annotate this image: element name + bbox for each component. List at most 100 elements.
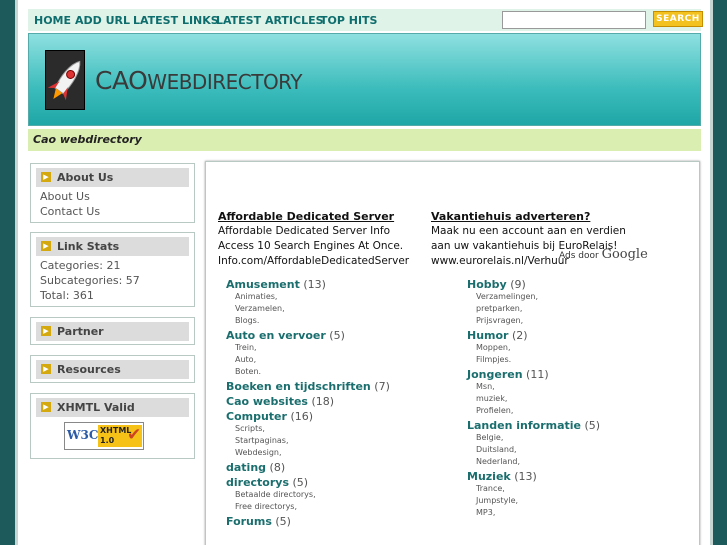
ad-title[interactable]: Affordable Dedicated Server xyxy=(218,209,423,224)
subcategory-link[interactable]: Filmpjes. xyxy=(476,354,687,366)
category-link[interactable]: directorys xyxy=(226,476,289,489)
category-count: (8) xyxy=(269,461,286,474)
category-link[interactable]: Jongeren xyxy=(467,368,523,381)
xhtml-valid-heading: ▶ XHMTL Valid xyxy=(36,398,189,417)
category-count: (16) xyxy=(290,410,314,423)
category-link[interactable]: Auto en vervoer xyxy=(226,329,326,342)
category-count: (7) xyxy=(374,380,390,393)
subcategory-link[interactable]: Verzamelen, xyxy=(235,303,446,315)
nav-add-url[interactable]: ADD URL xyxy=(75,14,130,27)
page: HOME ADD URL LATEST LINKS LATEST ARTICLE… xyxy=(15,0,713,545)
subcategory-link[interactable]: Duitsland, xyxy=(476,444,687,456)
nav-latest-articles[interactable]: LATEST ARTICLES xyxy=(216,14,324,27)
contact-us-link[interactable]: Contact Us xyxy=(40,204,194,219)
category-count: (18) xyxy=(311,395,335,408)
subcategory-link[interactable]: Belgie, xyxy=(476,432,687,444)
category-item: Humor (2) Moppen, Filmpjes. xyxy=(467,329,687,366)
category-link[interactable]: Amusement xyxy=(226,278,300,291)
subcategory-link[interactable]: Verzamelingen, xyxy=(476,291,687,303)
stat-total: Total: 361 xyxy=(40,289,94,302)
subcategory-link[interactable]: Msn, xyxy=(476,381,687,393)
category-link[interactable]: Cao websites xyxy=(226,395,308,408)
link-stats-heading: ▶ Link Stats xyxy=(36,237,189,256)
checkmark-icon: ✔ xyxy=(127,425,142,445)
category-item: Boeken en tijdschriften (7) xyxy=(226,380,446,393)
about-us-box: ▶ About Us About Us Contact Us xyxy=(30,163,195,223)
tagline: Cao webdirectory xyxy=(33,133,142,146)
categories-right-column: Hobby (9) Verzamelingen, pretparken, Prijsv… xyxy=(467,276,687,519)
ad-body: Affordable Dedicated Server Info Access … xyxy=(218,225,404,252)
subcategory-link[interactable]: Moppen, xyxy=(476,342,687,354)
subcategory-link[interactable]: Webdesign, xyxy=(235,447,446,459)
category-item: Amusement (13) Animaties, Verzamelen, Blogs… xyxy=(226,278,446,327)
ad-url[interactable]: Info.com/AffordableDedicatedServer xyxy=(218,254,423,269)
category-item: Landen informatie (5) Belgie, Duitsland, Ne… xyxy=(467,419,687,468)
category-link[interactable]: dating xyxy=(226,461,266,474)
category-count: (11) xyxy=(526,368,549,381)
subcategory-link[interactable]: Betaalde directorys, xyxy=(235,489,446,501)
nav-top-hits[interactable]: TOP HITS xyxy=(320,14,377,27)
subcategory-link[interactable]: Nederland, xyxy=(476,456,687,468)
category-link[interactable]: Forums xyxy=(226,515,272,528)
category-item: directorys (5) Betaalde directorys, Free d… xyxy=(226,476,446,513)
subcategory-link[interactable]: Trein, xyxy=(235,342,446,354)
category-link[interactable]: Humor xyxy=(467,329,508,342)
google-logo: Google xyxy=(601,247,648,262)
search-input[interactable] xyxy=(502,11,646,29)
subcategory-link[interactable]: Auto, xyxy=(235,354,446,366)
subcategory-link[interactable]: pretparken, xyxy=(476,303,687,315)
ads-by-google[interactable]: Ads door Google xyxy=(559,247,648,262)
category-link[interactable]: Boeken en tijdschriften xyxy=(226,380,371,393)
arrow-right-icon: ▶ xyxy=(41,364,51,374)
category-count: (5) xyxy=(275,515,291,528)
nav-home[interactable]: HOME xyxy=(34,14,71,27)
link-stats-box: ▶ Link Stats Categories: 21 Subcategories… xyxy=(30,232,195,307)
subcategory-link[interactable]: Scripts, xyxy=(235,423,446,435)
resources-box: ▶ Resources xyxy=(30,355,195,383)
category-link[interactable]: Muziek xyxy=(467,470,511,483)
category-link[interactable]: Landen informatie xyxy=(467,419,581,432)
category-link[interactable]: Hobby xyxy=(467,278,507,291)
subcategory-link[interactable]: Trance, xyxy=(476,483,687,495)
subcategory-link[interactable]: Animaties, xyxy=(235,291,446,303)
category-item: Muziek (13) Trance, Jumpstyle, MP3, xyxy=(467,470,687,519)
subcategory-link[interactable]: Blogs. xyxy=(235,315,446,327)
main-content: Affordable Dedicated Server Affordable D… xyxy=(205,161,700,545)
w3c-xhtml-badge[interactable]: W3C XHTML 1.0 ✔ xyxy=(64,422,144,450)
category-count: (5) xyxy=(292,476,309,489)
subcategory-link[interactable]: Prijsvragen, xyxy=(476,315,687,327)
partner-box: ▶ Partner xyxy=(30,317,195,345)
subcategory-link[interactable]: Free directorys, xyxy=(235,501,446,513)
subcategory-link[interactable]: Jumpstyle, xyxy=(476,495,687,507)
logo-text-main: CAO xyxy=(95,66,148,95)
arrow-right-icon: ▶ xyxy=(41,402,51,412)
category-item: Cao websites (18) xyxy=(226,395,446,408)
arrow-right-icon: ▶ xyxy=(41,241,51,251)
logo-text-rest: WEBDIRECTORY xyxy=(147,70,303,94)
subcategory-link[interactable]: Profielen, xyxy=(476,405,687,417)
subcategory-link[interactable]: muziek, xyxy=(476,393,687,405)
category-item: Hobby (9) Verzamelingen, pretparken, Prijsv… xyxy=(467,278,687,327)
top-navigation: HOME ADD URL LATEST LINKS LATEST ARTICLE… xyxy=(28,9,703,31)
tagline-bar: Cao webdirectory xyxy=(28,129,701,151)
about-us-heading: ▶ About Us xyxy=(36,168,189,187)
partner-heading[interactable]: ▶ Partner xyxy=(36,322,189,341)
about-us-link[interactable]: About Us xyxy=(40,189,194,204)
site-logo-text[interactable]: CAOWEBDIRECTORY xyxy=(95,66,303,95)
search-button[interactable]: SEARCH xyxy=(653,11,703,27)
stat-subcategories: Subcategories: 57 xyxy=(40,274,140,287)
category-count: (5) xyxy=(584,419,601,432)
subcategory-link[interactable]: Startpaginas, xyxy=(235,435,446,447)
ad-title[interactable]: Vakantiehuis adverteren? xyxy=(431,209,636,224)
category-item: Jongeren (11) Msn, muziek, Profielen, xyxy=(467,368,687,417)
nav-latest-links[interactable]: LATEST LINKS xyxy=(133,14,219,27)
subcategory-link[interactable]: MP3, xyxy=(476,507,687,519)
resources-heading[interactable]: ▶ Resources xyxy=(36,360,189,379)
rocket-logo-icon[interactable] xyxy=(45,50,85,110)
xhtml-valid-box: ▶ XHMTL Valid W3C XHTML 1.0 ✔ xyxy=(30,393,195,459)
subcategory-link[interactable]: Boten. xyxy=(235,366,446,378)
arrow-right-icon: ▶ xyxy=(41,172,51,182)
category-item: Auto en vervoer (5) Trein, Auto, Boten. xyxy=(226,329,446,378)
category-link[interactable]: Computer xyxy=(226,410,287,423)
category-count: (13) xyxy=(303,278,326,291)
